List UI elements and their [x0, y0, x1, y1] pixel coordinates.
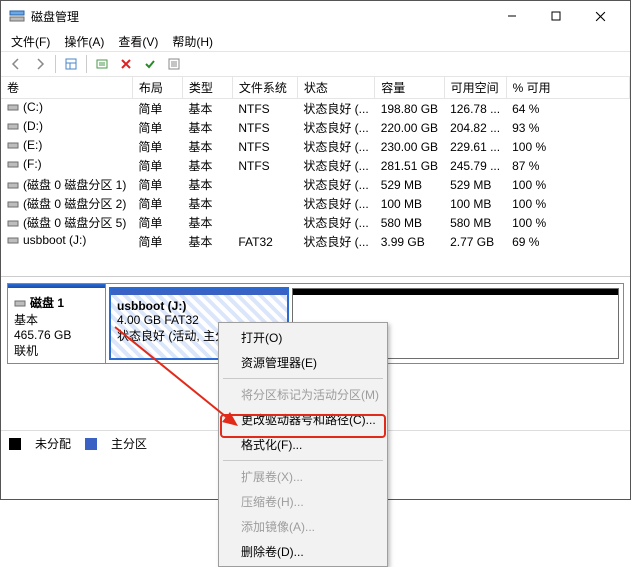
ctx-open[interactable]: 打开(O)	[219, 325, 387, 350]
ctx-shrink: 压缩卷(H)...	[219, 489, 387, 514]
disk-type: 基本	[14, 311, 99, 328]
legend-primary-label: 主分区	[111, 435, 147, 452]
table-row[interactable]: (E:)简单基本NTFS状态良好 (...230.00 GB229.61 ...…	[1, 137, 630, 156]
legend-unalloc-label: 未分配	[35, 435, 71, 452]
menu-file[interactable]: 文件(F)	[5, 31, 56, 52]
table-row[interactable]: (D:)简单基本NTFS状态良好 (...220.00 GB204.82 ...…	[1, 118, 630, 137]
volume-icon	[7, 120, 19, 132]
ctx-mirror: 添加镜像(A)...	[219, 514, 387, 539]
disk-info[interactable]: 磁盘 1 基本 465.76 GB 联机	[8, 284, 106, 363]
back-button[interactable]	[5, 53, 27, 75]
window-title: 磁盘管理	[31, 8, 490, 25]
volume-icon	[7, 158, 19, 170]
ctx-mark-active: 将分区标记为活动分区(M)	[219, 382, 387, 407]
volume-icon	[7, 101, 19, 113]
ctx-change-letter[interactable]: 更改驱动器号和路径(C)...	[219, 407, 387, 432]
disk-status: 联机	[14, 342, 99, 359]
disk-name: 磁盘 1	[30, 294, 64, 311]
table-row[interactable]: (磁盘 0 磁盘分区 2)简单基本状态良好 (...100 MB100 MB10…	[1, 194, 630, 213]
volume-icon	[7, 234, 19, 246]
ctx-format[interactable]: 格式化(F)...	[219, 432, 387, 457]
menu-help[interactable]: 帮助(H)	[166, 31, 219, 52]
col-volume[interactable]: 卷	[1, 77, 132, 99]
col-type[interactable]: 类型	[182, 77, 232, 99]
col-capacity[interactable]: 容量	[375, 77, 444, 99]
volume-icon	[7, 198, 19, 210]
close-button[interactable]	[578, 2, 622, 30]
forward-button[interactable]	[29, 53, 51, 75]
col-layout[interactable]: 布局	[132, 77, 182, 99]
context-menu: 打开(O) 资源管理器(E) 将分区标记为活动分区(M) 更改驱动器号和路径(C…	[218, 322, 388, 567]
check-button[interactable]	[139, 53, 161, 75]
col-fs[interactable]: 文件系统	[232, 77, 297, 99]
app-icon	[9, 8, 25, 24]
table-row[interactable]: (C:)简单基本NTFS状态良好 (...198.80 GB126.78 ...…	[1, 99, 630, 119]
col-free[interactable]: 可用空间	[444, 77, 506, 99]
view-button[interactable]	[60, 53, 82, 75]
volume-icon	[7, 217, 19, 229]
maximize-button[interactable]	[534, 2, 578, 30]
ctx-extend: 扩展卷(X)...	[219, 464, 387, 489]
table-row[interactable]: (磁盘 0 磁盘分区 5)简单基本状态良好 (...580 MB580 MB10…	[1, 213, 630, 232]
refresh-button[interactable]	[91, 53, 113, 75]
ctx-explorer[interactable]: 资源管理器(E)	[219, 350, 387, 375]
col-percent[interactable]: % 可用	[506, 77, 629, 99]
part-name: usbboot (J:)	[117, 299, 186, 313]
legend-primary-swatch	[85, 438, 97, 450]
volume-icon	[7, 179, 19, 191]
menu-action[interactable]: 操作(A)	[58, 31, 110, 52]
table-header[interactable]: 卷 布局 类型 文件系统 状态 容量 可用空间 % 可用	[1, 77, 630, 99]
col-status[interactable]: 状态	[297, 77, 374, 99]
table-row[interactable]: usbboot (J:)简单基本FAT32状态良好 (...3.99 GB2.7…	[1, 232, 630, 251]
ctx-delete[interactable]: 删除卷(D)...	[219, 539, 387, 564]
table-row[interactable]: (F:)简单基本NTFS状态良好 (...281.51 GB245.79 ...…	[1, 156, 630, 175]
toolbar	[1, 51, 630, 77]
minimize-button[interactable]	[490, 2, 534, 30]
volume-table[interactable]: 卷 布局 类型 文件系统 状态 容量 可用空间 % 可用 (C:)简单基本NTF…	[1, 77, 630, 277]
titlebar: 磁盘管理	[1, 1, 630, 31]
delete-button[interactable]	[115, 53, 137, 75]
volume-icon	[7, 139, 19, 151]
menu-view[interactable]: 查看(V)	[112, 31, 164, 52]
disk-icon	[14, 297, 26, 309]
properties-button[interactable]	[163, 53, 185, 75]
menubar: 文件(F) 操作(A) 查看(V) 帮助(H)	[1, 31, 630, 51]
disk-size: 465.76 GB	[14, 328, 99, 342]
table-row[interactable]: (磁盘 0 磁盘分区 1)简单基本状态良好 (...529 MB529 MB10…	[1, 175, 630, 194]
legend-unalloc-swatch	[9, 438, 21, 450]
